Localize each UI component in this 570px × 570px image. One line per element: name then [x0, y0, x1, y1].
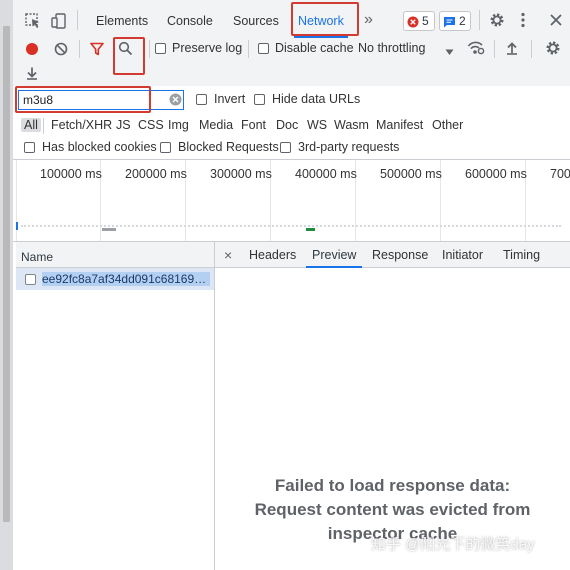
devtools-tabbar: Elements Console Sources Network » 5 2 — [13, 0, 570, 39]
message-icon — [443, 15, 456, 33]
blocked-requests-label: Blocked Requests — [178, 140, 279, 154]
devtools-panel: Elements Console Sources Network » 5 2 P… — [13, 0, 570, 570]
tab-console[interactable]: Console — [167, 0, 213, 38]
blocked-requests-checkbox[interactable] — [160, 142, 171, 153]
error-line-2: Request content was evicted from — [254, 500, 531, 519]
tab-timing[interactable]: Timing — [503, 242, 540, 267]
tick-label: 100000 ms — [40, 167, 102, 181]
type-filter-js[interactable]: JS — [116, 118, 131, 132]
error-icon — [407, 15, 419, 33]
request-detail-pane: × Headers Preview Response Initiator Tim… — [215, 242, 570, 570]
request-row[interactable]: ee92fc8a7af34dd091c68169a... — [16, 268, 214, 290]
name-column-header[interactable]: Name — [16, 242, 214, 268]
network-settings-gear-icon[interactable] — [545, 40, 561, 59]
dropdown-arrow-icon[interactable] — [445, 45, 454, 59]
third-party-label: 3rd-party requests — [298, 140, 400, 154]
left-scrollbar[interactable] — [0, 0, 13, 570]
error-line-1: Failed to load response data: — [274, 476, 511, 495]
type-filter-other[interactable]: Other — [432, 118, 463, 132]
request-file-icon — [25, 274, 36, 285]
separator — [479, 10, 480, 30]
separator — [43, 118, 44, 134]
record-icon[interactable] — [25, 42, 39, 59]
tick-label: 500000 ms — [380, 167, 442, 181]
type-filter-font[interactable]: Font — [241, 118, 266, 132]
tab-preview[interactable]: Preview — [305, 242, 364, 268]
filter-highlight — [15, 86, 151, 113]
tick-label: 700 — [550, 167, 570, 181]
type-filter-media[interactable]: Media — [199, 118, 233, 132]
clear-filter-icon[interactable] — [169, 93, 182, 109]
tick-label: 300000 ms — [210, 167, 272, 181]
network-tab-highlight — [291, 2, 359, 36]
more-tabs-icon[interactable]: » — [364, 0, 373, 38]
separator — [494, 40, 495, 58]
requests-list: Name ee92fc8a7af34dd091c68169a... — [16, 242, 215, 570]
type-filter-wasm[interactable]: Wasm — [334, 118, 369, 132]
timeline-bar-gray — [102, 228, 116, 231]
third-party-checkbox[interactable] — [280, 142, 291, 153]
tab-initiator[interactable]: Initiator — [442, 242, 483, 267]
disable-cache-checkbox[interactable] — [258, 43, 269, 54]
timeline-overview[interactable]: 100000 ms 200000 ms 300000 ms 400000 ms … — [13, 160, 570, 242]
filter-icon[interactable] — [90, 42, 104, 59]
preserve-log-label: Preserve log — [172, 41, 243, 55]
throttling-select[interactable]: No throttling — [358, 41, 425, 55]
type-filter-fetch-xhr[interactable]: Fetch/XHR — [51, 118, 112, 132]
request-name: ee92fc8a7af34dd091c68169a... — [42, 272, 210, 286]
name-column-label: Name — [21, 250, 54, 264]
type-filter-doc[interactable]: Doc — [276, 118, 298, 132]
hide-data-urls-checkbox[interactable] — [254, 94, 265, 105]
device-toolbar-icon[interactable] — [51, 13, 67, 32]
timeline-bar-green — [306, 228, 315, 231]
separator — [79, 40, 80, 58]
error-badge[interactable]: 5 — [403, 11, 435, 31]
tick-label: 400000 ms — [295, 167, 357, 181]
tab-headers[interactable]: Headers — [249, 242, 296, 267]
search-highlight — [113, 37, 145, 75]
clear-icon[interactable] — [54, 42, 68, 59]
separator — [531, 40, 532, 58]
network-conditions-icon[interactable] — [467, 41, 485, 58]
inspect-element-icon[interactable] — [25, 13, 41, 32]
preserve-log-checkbox[interactable] — [155, 43, 166, 54]
close-devtools-icon[interactable] — [549, 13, 563, 30]
tick-label: 200000 ms — [125, 167, 187, 181]
type-filter-all[interactable]: All — [21, 118, 41, 132]
type-filter-img[interactable]: Img — [168, 118, 189, 132]
hide-data-urls-label: Hide data URLs — [272, 92, 361, 106]
type-filter-manifest[interactable]: Manifest — [376, 118, 423, 132]
settings-gear-icon[interactable] — [489, 12, 505, 31]
tab-response[interactable]: Response — [372, 242, 428, 267]
type-filter-css[interactable]: CSS — [138, 118, 164, 132]
invert-checkbox[interactable] — [196, 94, 207, 105]
network-toolbar: Preserve log Disable cache No throttling — [13, 37, 570, 87]
error-count: 5 — [422, 14, 429, 28]
detail-tabs: × Headers Preview Response Initiator Tim… — [215, 242, 570, 268]
timeline-start-marker — [16, 222, 18, 230]
scrollbar-thumb[interactable] — [3, 26, 10, 522]
separator — [248, 40, 249, 58]
messages-badge[interactable]: 2 — [439, 11, 471, 31]
has-blocked-cookies-label: Has blocked cookies — [42, 140, 157, 154]
tick-label: 600000 ms — [465, 167, 527, 181]
tab-elements[interactable]: Elements — [96, 0, 148, 38]
separator — [149, 40, 150, 58]
export-har-icon[interactable] — [25, 66, 39, 83]
type-filter-ws[interactable]: WS — [307, 118, 327, 132]
watermark: 知乎 @阳光下的微笑day — [371, 536, 535, 553]
separator — [77, 10, 78, 30]
import-har-icon[interactable] — [505, 41, 519, 58]
tab-sources[interactable]: Sources — [233, 0, 279, 38]
filter-bar: Invert Hide data URLs All Fetch/XHR JS C… — [13, 86, 570, 160]
close-detail-icon[interactable]: × — [224, 242, 232, 267]
disable-cache-label: Disable cache — [275, 41, 354, 55]
timeline-dots — [21, 225, 561, 227]
has-blocked-cookies-checkbox[interactable] — [24, 142, 35, 153]
kebab-menu-icon[interactable] — [520, 12, 526, 31]
invert-label: Invert — [214, 92, 246, 106]
message-count: 2 — [459, 14, 466, 28]
